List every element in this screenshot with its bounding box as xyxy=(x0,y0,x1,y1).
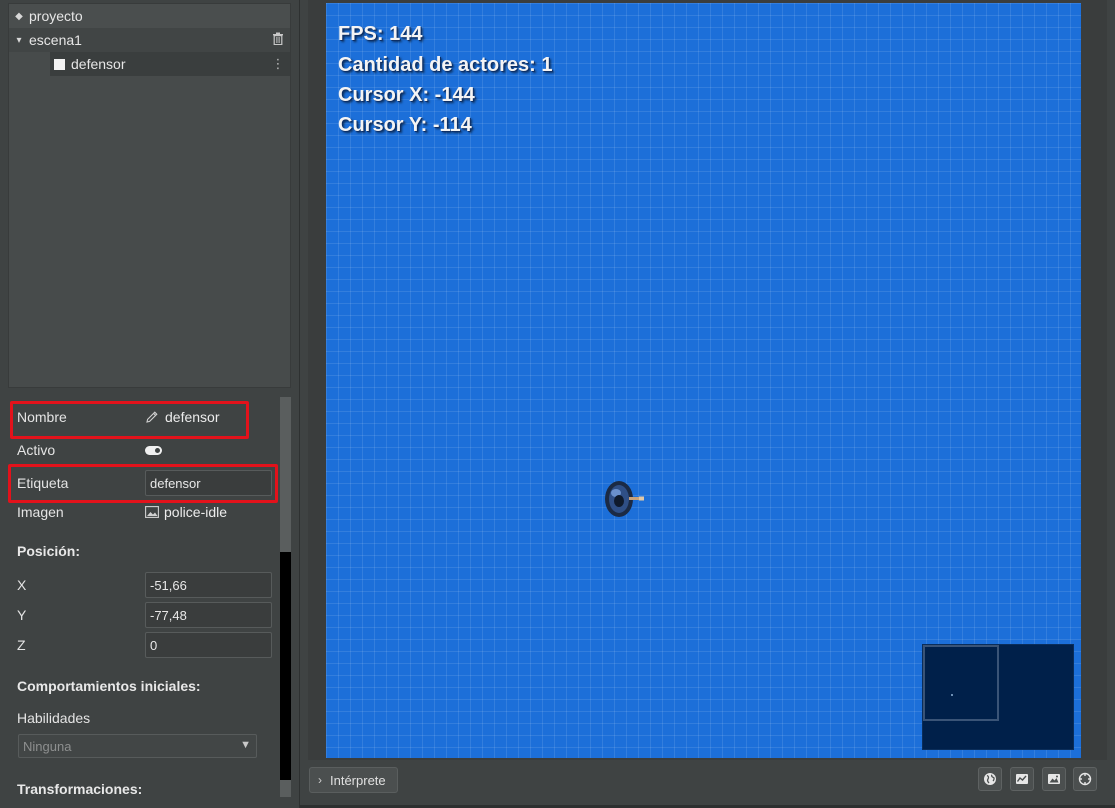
habilidades-label: Habilidades xyxy=(17,710,91,726)
editor-window: ◆ proyecto ▾ escena1 defensor ⋮ Nombre d… xyxy=(0,0,1115,808)
bottom-toolbar: › Intérprete xyxy=(300,760,1115,808)
tree-item-project[interactable]: ◆ proyecto xyxy=(9,4,290,28)
transformaciones-section-title: Transformaciones: xyxy=(17,781,143,797)
hud-fps: FPS: 144 xyxy=(338,23,423,45)
crosshair-icon xyxy=(1078,772,1092,786)
scene-label: escena1 xyxy=(29,32,82,48)
dropdown-arrow-icon: ▼ xyxy=(240,739,251,751)
z-label: Z xyxy=(17,637,26,653)
scrollbar-thumb[interactable] xyxy=(280,780,291,797)
chevron-right-icon: › xyxy=(318,773,322,787)
image-button[interactable] xyxy=(1042,767,1066,791)
habilidades-selected: Ninguna xyxy=(23,738,72,754)
activo-label: Activo xyxy=(17,442,56,458)
chart-button[interactable] xyxy=(1010,767,1034,791)
caret-down-icon[interactable]: ▾ xyxy=(9,35,29,46)
habilidades-select[interactable]: Ninguna ▼ xyxy=(18,734,257,758)
hud-actor-count: Cantidad de actores: 1 xyxy=(338,54,553,76)
minimap-viewport[interactable] xyxy=(923,645,999,721)
comportamientos-section-title: Comportamientos iniciales: xyxy=(17,678,201,694)
prop-row-activo: Activo xyxy=(8,436,280,464)
z-input[interactable]: 0 xyxy=(145,632,272,658)
crosshair-button[interactable] xyxy=(1073,767,1097,791)
chart-icon xyxy=(1016,774,1028,784)
image-icon xyxy=(1048,774,1060,784)
imagen-value[interactable]: police-idle xyxy=(145,504,227,520)
project-label: proyecto xyxy=(29,8,83,24)
actor-square-icon xyxy=(54,58,65,70)
game-canvas[interactable]: FPS: 144 Cantidad de actores: 1 Cursor X… xyxy=(326,3,1081,758)
highlight-box-nombre xyxy=(10,401,249,439)
globe-button[interactable] xyxy=(978,767,1002,791)
left-panel: ◆ proyecto ▾ escena1 defensor ⋮ Nombre d… xyxy=(0,0,300,808)
y-label: Y xyxy=(17,607,27,623)
scrollbar-track[interactable] xyxy=(280,397,291,552)
prop-row-imagen: Imagen police-idle xyxy=(8,498,280,526)
actor-label: defensor xyxy=(71,56,126,72)
globe-icon xyxy=(984,773,996,785)
prop-row-habilidades: Habilidades xyxy=(8,704,280,732)
x-input[interactable]: -51,66 xyxy=(145,572,272,598)
image-icon xyxy=(145,506,159,518)
actor-sprite-defensor[interactable] xyxy=(599,479,647,519)
properties-panel: Nombre defensor Activo Etiqueta defensor… xyxy=(8,397,280,797)
minimap-actor-dot xyxy=(951,694,953,696)
more-vertical-icon[interactable]: ⋮ xyxy=(266,56,290,72)
activo-toggle[interactable] xyxy=(145,445,162,455)
properties-scrollbar[interactable] xyxy=(280,397,291,797)
hud-cursor-x: Cursor X: -144 xyxy=(338,84,475,106)
posicion-section-title: Posición: xyxy=(17,543,81,559)
trash-icon[interactable] xyxy=(266,32,290,48)
x-label: X xyxy=(17,577,27,593)
hud-cursor-y: Cursor Y: -114 xyxy=(338,114,472,136)
canvas-area: FPS: 144 Cantidad de actores: 1 Cursor X… xyxy=(308,0,1107,760)
tree-item-actor[interactable]: defensor ⋮ xyxy=(50,52,290,76)
interprete-button[interactable]: › Intérprete xyxy=(309,767,398,793)
tree-item-scene[interactable]: ▾ escena1 xyxy=(9,28,290,52)
scene-tree: ◆ proyecto ▾ escena1 defensor ⋮ xyxy=(8,3,291,388)
minimap[interactable] xyxy=(922,644,1074,750)
imagen-label: Imagen xyxy=(17,504,64,520)
imagen-text: police-idle xyxy=(164,504,228,520)
diamond-icon: ◆ xyxy=(15,10,23,22)
interprete-label: Intérprete xyxy=(330,772,386,788)
y-input[interactable]: -77,48 xyxy=(145,602,272,628)
